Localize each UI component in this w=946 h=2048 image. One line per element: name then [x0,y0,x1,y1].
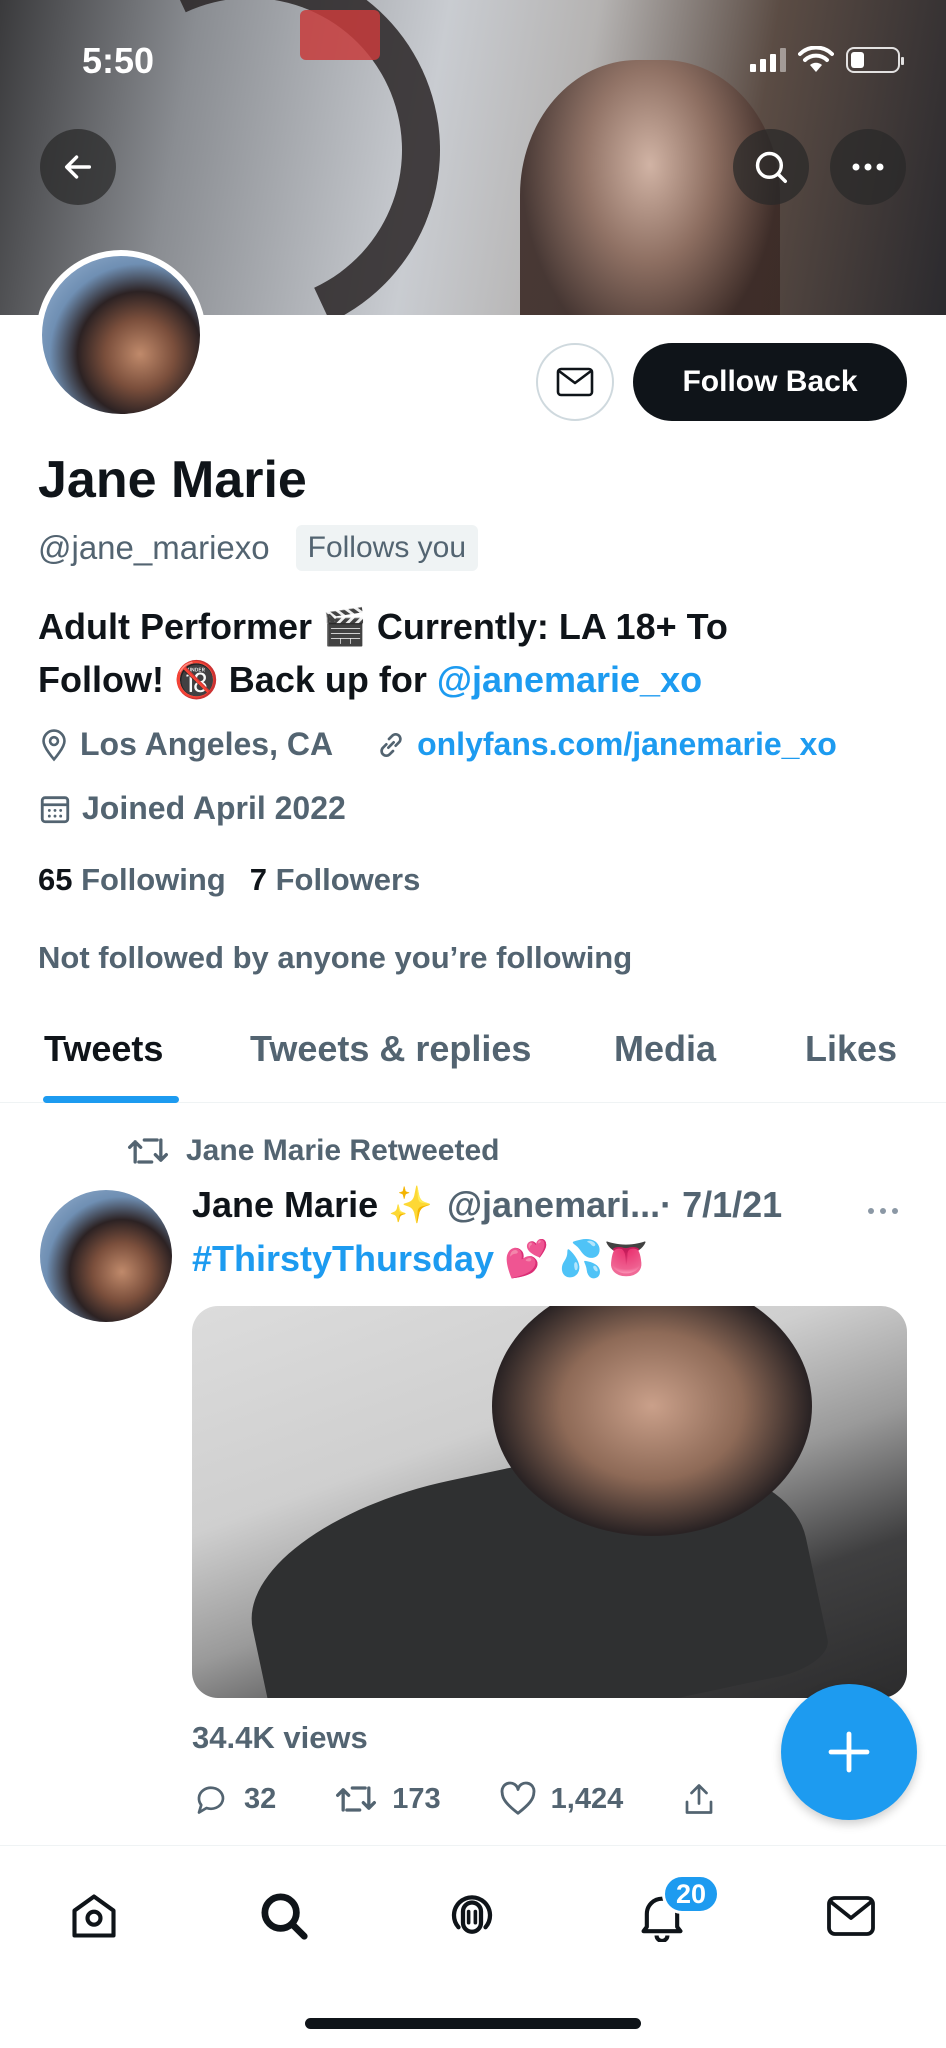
bio-line: Follow! 🔞 Back up for @janemarie_xo [38,653,898,706]
back-button[interactable] [40,129,116,205]
plus-icon [828,1731,870,1773]
tweet-author-handle: @janemari... [446,1184,661,1225]
back-arrow-icon [64,155,92,179]
following-label: Following [81,862,226,897]
cellular-signal-icon [750,48,786,72]
search-button[interactable] [733,129,809,205]
bio-text: Follow! 🔞 Back up for [38,659,437,700]
reply-icon [197,1786,225,1814]
profile-handle: @jane_mariexo [38,529,270,566]
like-count: 1,424 [550,1782,624,1815]
bio-mention-link[interactable]: @janemarie_xo [437,659,702,700]
bottom-navigation: 20 [0,1845,946,2048]
reply-count: 32 [244,1782,277,1815]
retweet-context[interactable]: Jane Marie Retweeted [126,1134,499,1168]
tab-tweets[interactable]: Tweets [44,1028,163,1070]
tweet-text[interactable]: #ThirstyThursday 💕 💦👅 [192,1238,649,1280]
home-indicator[interactable] [305,2018,641,2029]
home-icon [72,1894,116,1938]
tweet-author-avatar[interactable] [40,1190,172,1322]
active-tab-indicator [43,1096,179,1103]
tab-likes[interactable]: Likes [805,1028,897,1070]
bio-line: Adult Performer 🎬 Currently: LA 18+ To [38,606,728,647]
compose-tweet-button[interactable] [781,1684,917,1820]
more-options-button[interactable] [830,129,906,205]
link-icon [380,732,402,757]
status-bar: 5:50 [0,0,946,120]
more-icon [852,163,884,171]
tweet-date: · 7/1/21 [660,1184,783,1225]
retweet-icon [336,1786,377,1812]
follow-back-button[interactable]: Follow Back [633,343,907,421]
notifications-badge: 20 [662,1874,720,1914]
like-button[interactable]: 1,424 [499,1781,624,1817]
tab-media[interactable]: Media [614,1028,716,1070]
spaces-microphone-icon [451,1895,493,1934]
status-icons [750,46,904,74]
status-time: 5:50 [82,40,155,81]
retweet-button[interactable]: 173 [334,1782,441,1816]
profile-website-link[interactable]: onlyfans.com/janemarie_xo [417,726,837,763]
tweet-header: Jane Marie ✨ @janemari... · 7/1/21 [192,1184,912,1226]
tweet-actions: 32 173 1,424 [192,1780,717,1818]
profile-meta-row: Los Angeles, CA onlyfans.com/janemarie_x… [38,726,837,763]
retweet-icon [128,1138,168,1164]
tweet-author-name[interactable]: Jane Marie ✨ [192,1184,433,1226]
tweet-more-button[interactable] [866,1190,900,1224]
profile-meta-row: Joined April 2022 [38,790,346,827]
tweet-views: 34.4K views [192,1720,368,1755]
retweet-count: 173 [392,1782,441,1815]
tweet-media-video[interactable] [192,1306,907,1698]
reply-button[interactable]: 32 [192,1781,276,1817]
nav-spaces[interactable] [444,1888,500,1944]
follow-counts: 65 Following 7 Followers [38,862,420,898]
followers-count: 7 [249,862,267,897]
envelope-icon [556,367,594,397]
search-icon [755,151,787,183]
location-pin-icon [42,728,66,761]
share-icon [685,1784,713,1814]
profile-bio: Adult Performer 🎬 Currently: LA 18+ To F… [38,600,898,706]
profile-location: Los Angeles, CA [80,726,334,762]
profile-joined-date: Joined April 2022 [82,790,346,826]
message-button[interactable] [536,343,614,421]
following-count-link[interactable]: 65 Following [38,862,226,898]
battery-icon [846,47,904,73]
wifi-icon [798,46,834,72]
follows-you-badge: Follows you [295,525,479,571]
share-button[interactable] [681,1780,717,1818]
retweet-label: Jane Marie Retweeted [186,1134,500,1167]
calendar-icon [40,795,70,823]
handle-row: @jane_mariexo Follows you [38,525,479,571]
search-icon [261,1893,308,1940]
tab-tweets-replies[interactable]: Tweets & replies [250,1028,531,1070]
followers-count-link[interactable]: 7 Followers [250,862,421,898]
nav-messages[interactable] [823,1888,879,1944]
more-icon [868,1208,898,1214]
followers-label: Followers [275,862,421,897]
heart-icon [500,1781,536,1815]
profile-avatar[interactable] [36,250,206,420]
nav-explore[interactable] [256,1888,312,1944]
profile-name: Jane Marie [38,451,307,509]
following-count: 65 [38,862,73,897]
nav-home[interactable] [66,1888,122,1944]
mutual-followers-note: Not followed by anyone you’re following [38,940,633,975]
profile-tabs: Tweets Tweets & replies Media Likes [0,1010,946,1103]
envelope-icon [827,1896,875,1936]
